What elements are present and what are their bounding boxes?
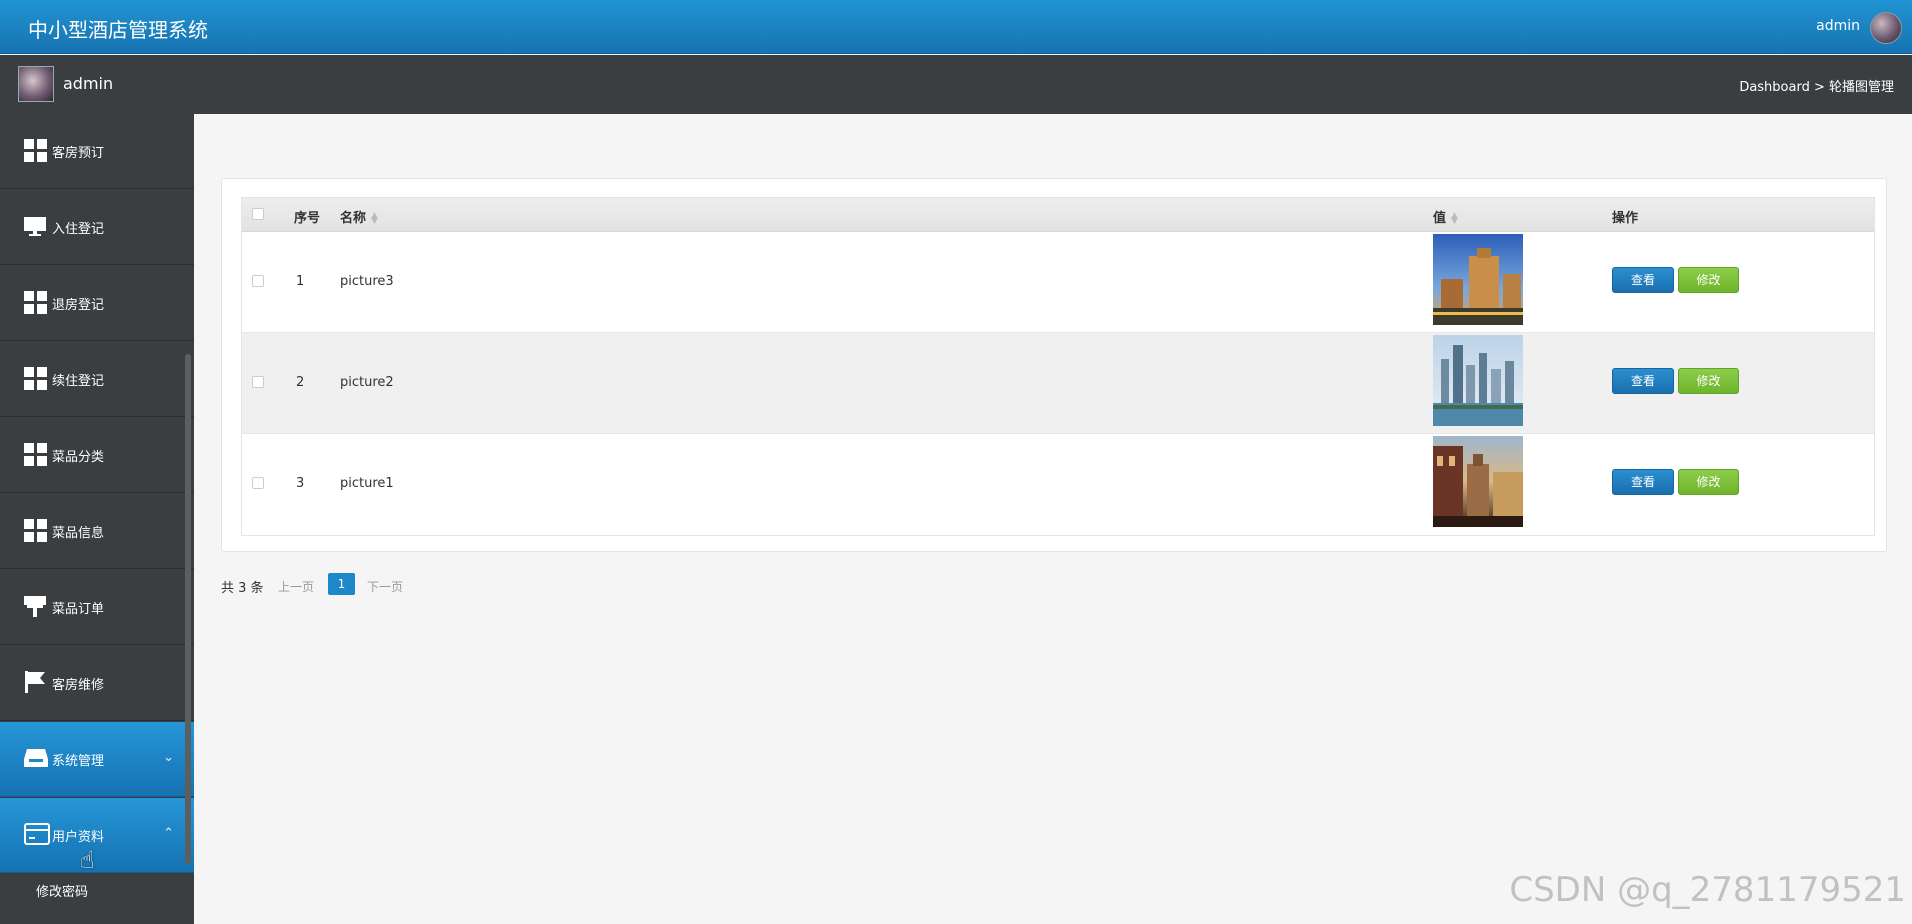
monitor-icon (24, 215, 46, 237)
sidebar-item-room-booking[interactable]: 客房预订 (0, 114, 194, 189)
sidebar-item-check-out[interactable]: 退房登记 (0, 266, 194, 341)
grid-icon (24, 367, 47, 390)
grid-icon (24, 291, 47, 314)
top-username[interactable]: admin (1816, 18, 1860, 34)
pointer-cursor-icon: ☝ (80, 846, 95, 874)
table-row: 2 picture2 查看 修改 (242, 333, 1874, 434)
sidebar-item-label: 菜品分类 (52, 450, 105, 465)
top-bar: 中小型酒店管理系统 admin (0, 0, 1912, 54)
sidebar-item-label: 续住登记 (52, 374, 105, 389)
sidebar-item-dish-order[interactable]: 菜品订单 (0, 570, 194, 645)
image-thumbnail (1433, 234, 1523, 325)
sidebar-item-label: 用户资料 (52, 830, 105, 845)
table-row: 3 picture1 查看 修改 (242, 434, 1874, 535)
sidebar-item-dish-category[interactable]: 菜品分类 (0, 418, 194, 493)
flag-icon (24, 671, 46, 693)
sort-icon: ▲ ▼ (1451, 210, 1458, 226)
next-page-link[interactable]: 下一页 (367, 578, 403, 595)
sidebar-username: admin (63, 74, 114, 93)
table-panel: 序号 名称 ▲ ▼ 值 ▲ ▼ 操作 1 picture3 查看 修改 2 pi… (221, 178, 1887, 552)
page-number-current[interactable]: 1 (328, 573, 355, 595)
grid-icon (24, 139, 47, 162)
table-row: 1 picture3 查看 修改 (242, 232, 1874, 333)
view-button[interactable]: 查看 (1612, 469, 1674, 495)
edit-button[interactable]: 修改 (1678, 368, 1739, 394)
prev-page-link[interactable]: 上一页 (278, 578, 314, 595)
chevron-up-icon: ⌃ (163, 826, 174, 841)
data-table: 序号 名称 ▲ ▼ 值 ▲ ▼ 操作 1 picture3 查看 修改 2 pi… (241, 197, 1875, 536)
sidebar-item-system-management[interactable]: 系统管理 ⌄ (0, 722, 194, 797)
chevron-down-icon: ⌄ (163, 750, 174, 765)
view-button[interactable]: 查看 (1612, 368, 1674, 394)
view-button[interactable]: 查看 (1612, 267, 1674, 293)
row-index: 2 (296, 375, 305, 390)
avatar (18, 66, 54, 102)
watermark: CSDN @q_2781179521 (1509, 870, 1906, 910)
row-index: 1 (296, 274, 305, 289)
sort-icon: ▲ ▼ (371, 210, 378, 226)
row-index: 3 (296, 476, 305, 491)
app-title: 中小型酒店管理系统 (28, 18, 208, 42)
grid-icon (24, 443, 47, 466)
sidebar-item-label: 客房维修 (52, 678, 105, 693)
row-checkbox[interactable] (252, 376, 264, 388)
sidebar-item-label: 菜品信息 (52, 526, 105, 541)
table-header: 序号 名称 ▲ ▼ 值 ▲ ▼ 操作 (242, 198, 1874, 232)
edit-button[interactable]: 修改 (1678, 267, 1739, 293)
sidebar-item-label: 入住登记 (52, 222, 105, 237)
col-name[interactable]: 名称 ▲ ▼ (340, 207, 378, 226)
image-thumbnail (1433, 436, 1523, 527)
row-checkbox[interactable] (252, 275, 264, 287)
row-checkbox[interactable] (252, 477, 264, 489)
sidebar-item-extend-stay[interactable]: 续住登记 (0, 342, 194, 417)
col-actions: 操作 (1612, 211, 1639, 226)
col-value[interactable]: 值 ▲ ▼ (1433, 207, 1458, 226)
col-index: 序号 (294, 211, 321, 226)
row-name: picture3 (340, 274, 394, 289)
inbox-icon (24, 747, 48, 769)
sidebar-scrollbar[interactable] (185, 354, 191, 864)
edit-button[interactable]: 修改 (1678, 469, 1739, 495)
sidebar-item-check-in[interactable]: 入住登记 (0, 190, 194, 265)
main-content: 序号 名称 ▲ ▼ 值 ▲ ▼ 操作 1 picture3 查看 修改 2 pi… (194, 114, 1912, 924)
top-avatar[interactable] (1870, 12, 1902, 44)
pagination-total: 共 3 条 (221, 581, 264, 596)
sidebar-item-dish-info[interactable]: 菜品信息 (0, 494, 194, 569)
sidebar: 客房预订 入住登记 退房登记 续住登记 菜品分类 菜品信息 菜品订单 客房维修 (0, 114, 194, 924)
sidebar-item-label: 菜品订单 (52, 602, 105, 617)
image-thumbnail (1433, 335, 1523, 426)
select-all-checkbox[interactable] (252, 208, 264, 220)
sidebar-item-room-repair[interactable]: 客房维修 (0, 646, 194, 721)
sidebar-item-label: 退房登记 (52, 298, 105, 313)
row-name: picture1 (340, 476, 394, 491)
sidebar-subitem-label: 修改密码 (36, 885, 89, 900)
sidebar-item-label: 客房预订 (52, 146, 105, 161)
sidebar-subitem-change-password[interactable]: 修改密码 (0, 870, 194, 907)
sidebar-item-user-profile[interactable]: 用户资料 ⌃ (0, 798, 194, 873)
breadcrumb: Dashboard > 轮播图管理 (1739, 80, 1894, 95)
sidebar-item-label: 系统管理 (52, 754, 105, 769)
row-name: picture2 (340, 375, 394, 390)
paint-roller-icon (24, 595, 46, 617)
card-icon (24, 823, 50, 845)
user-bar: admin Dashboard > 轮播图管理 (0, 55, 1912, 114)
grid-icon (24, 519, 47, 542)
